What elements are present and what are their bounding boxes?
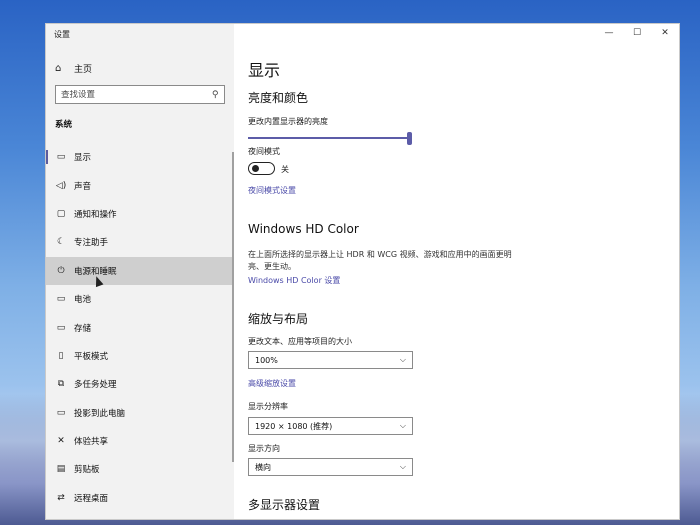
notification-icon: ▢ — [56, 208, 66, 219]
sidebar-item[interactable]: ✕ 体验共享 — [46, 427, 234, 455]
window-controls: — ☐ ✕ — [595, 24, 679, 42]
brightness-label: 更改内置显示器的亮度 — [248, 117, 328, 126]
close-button[interactable]: ✕ — [651, 24, 679, 42]
advanced-scaling-link[interactable]: 高级缩放设置 — [248, 378, 296, 389]
resolution-value: 1920 × 1080 (推荐) — [255, 421, 333, 431]
sidebar-item[interactable]: ▤ 剪贴板 — [46, 455, 234, 483]
sidebar-item-label: 远程桌面 — [74, 493, 109, 504]
sidebar-item[interactable]: ⏻ 电源和睡眠 — [46, 256, 234, 285]
sidebar-item-label: 剪贴板 — [74, 465, 100, 476]
sidebar-item[interactable]: ▯ 平板模式 — [46, 342, 234, 370]
sidebar-item-label: 投影到此电脑 — [74, 408, 126, 419]
sidebar-item[interactable]: ▭ 投影到此电脑 — [46, 399, 234, 427]
sidebar-item[interactable]: ▭ 电池 — [46, 285, 234, 313]
home-nav[interactable]: ⌂ 主页 — [46, 58, 234, 78]
slider-thumb[interactable] — [407, 132, 412, 145]
search-box[interactable]: ⚲ — [55, 85, 225, 104]
tablet-icon: ▯ — [58, 350, 64, 361]
search-icon[interactable]: ⚲ — [212, 90, 219, 100]
sidebar-item[interactable]: ▭ 显示 — [46, 143, 234, 171]
orientation-dropdown[interactable]: 横向 ⌵ — [248, 458, 413, 476]
chevron-down-icon: ⌵ — [399, 421, 406, 430]
maximize-button[interactable]: ☐ — [623, 24, 651, 42]
settings-window: 设置 ⌂ 主页 ⚲ 系统 ▭ 显示 ◁) 声音 ▢ 通知和操作 ☾ 专注助手 ⏻ 电源和睡眠 ▭ 电池… — [45, 23, 680, 520]
share-icon: ✕ — [57, 436, 65, 447]
orientation-label: 显示方向 — [248, 444, 280, 453]
app-title: 设置 — [54, 30, 70, 39]
scale-heading: 缩放与布局 — [248, 312, 309, 326]
night-light-settings-link[interactable]: 夜间模式设置 — [248, 185, 296, 196]
monitor-icon: ▭ — [56, 152, 66, 163]
toggle-knob — [252, 165, 259, 172]
sidebar-item[interactable]: ⇄ 远程桌面 — [46, 484, 234, 512]
sidebar: 设置 ⌂ 主页 ⚲ 系统 ▭ 显示 ◁) 声音 ▢ 通知和操作 ☾ 专注助手 ⏻ 电源和睡眠 ▭ 电池… — [46, 24, 234, 519]
storage-icon: ▭ — [56, 322, 66, 333]
sidebar-item-label: 存储 — [74, 323, 92, 334]
content-pane: — ☐ ✕ 显示 亮度和颜色 更改内置显示器的亮度 夜间模式 关 夜间模式设置 … — [234, 24, 679, 519]
sidebar-item-label: 显示 — [74, 153, 92, 164]
slider-fill — [248, 137, 412, 139]
chevron-down-icon: ⌵ — [399, 355, 406, 364]
multitask-icon: ⧉ — [57, 379, 65, 390]
resolution-label: 显示分辨率 — [248, 402, 288, 411]
sidebar-item-label: 平板模式 — [74, 351, 109, 362]
sidebar-nav: ▭ 显示 ◁) 声音 ▢ 通知和操作 ☾ 专注助手 ⏻ 电源和睡眠 ▭ 电池 ▭ 存储 ▯ 平板模式 ⧉ 多任务处… — [46, 143, 234, 519]
sidebar-item[interactable]: ▢ 通知和操作 — [46, 200, 234, 228]
sidebar-item[interactable]: ⧉ 多任务处理 — [46, 370, 234, 398]
scale-label: 更改文本、应用等项目的大小 — [248, 337, 352, 346]
remote-desktop-icon: ⇄ — [57, 492, 65, 503]
speaker-icon: ◁) — [55, 180, 67, 191]
moon-icon: ☾ — [56, 237, 66, 248]
sidebar-item[interactable]: ☾ 专注助手 — [46, 228, 234, 256]
hdr-heading: Windows HD Color — [248, 222, 359, 236]
hdr-description: 在上面所选择的显示器上让 HDR 和 WCG 视频、游戏和应用中的画面更明亮、更… — [248, 250, 512, 271]
night-light-state: 关 — [281, 165, 289, 174]
sidebar-item-label: 声音 — [74, 181, 92, 192]
power-icon: ⏻ — [57, 265, 65, 276]
multi-display-heading: 多显示器设置 — [248, 498, 321, 512]
sidebar-item-label: 多任务处理 — [74, 380, 117, 391]
home-icon: ⌂ — [55, 62, 62, 74]
sidebar-item-label: 通知和操作 — [74, 209, 117, 220]
night-light-label: 夜间模式 — [248, 147, 280, 156]
clipboard-icon: ▤ — [56, 464, 66, 475]
project-icon: ▭ — [56, 407, 66, 418]
search-input[interactable] — [61, 89, 213, 100]
night-light-toggle[interactable] — [248, 162, 275, 175]
section-label: 系统 — [55, 120, 73, 130]
chevron-down-icon: ⌵ — [399, 462, 406, 471]
brightness-slider[interactable] — [248, 132, 412, 145]
minimize-button[interactable]: — — [595, 24, 623, 42]
sidebar-item[interactable]: ◁) 声音 — [46, 171, 234, 199]
sidebar-item[interactable]: ▭ 存储 — [46, 313, 234, 341]
battery-icon: ▭ — [56, 294, 66, 305]
sidebar-item[interactable]: ⓘ关于 — [46, 512, 234, 519]
sidebar-item-label: 电池 — [74, 295, 92, 306]
sidebar-item-label: 电源和睡眠 — [74, 266, 117, 277]
sidebar-item-label: 体验共享 — [74, 437, 109, 448]
home-label: 主页 — [74, 64, 93, 75]
resolution-dropdown[interactable]: 1920 × 1080 (推荐) ⌵ — [248, 417, 413, 435]
sidebar-item-label: 专注助手 — [74, 238, 109, 249]
scale-value: 100% — [255, 355, 278, 365]
brightness-heading: 亮度和颜色 — [248, 91, 309, 105]
page-title: 显示 — [248, 61, 281, 80]
hdr-settings-link[interactable]: Windows HD Color 设置 — [248, 275, 340, 286]
scale-dropdown[interactable]: 100% ⌵ — [248, 351, 413, 369]
orientation-value: 横向 — [255, 462, 271, 472]
